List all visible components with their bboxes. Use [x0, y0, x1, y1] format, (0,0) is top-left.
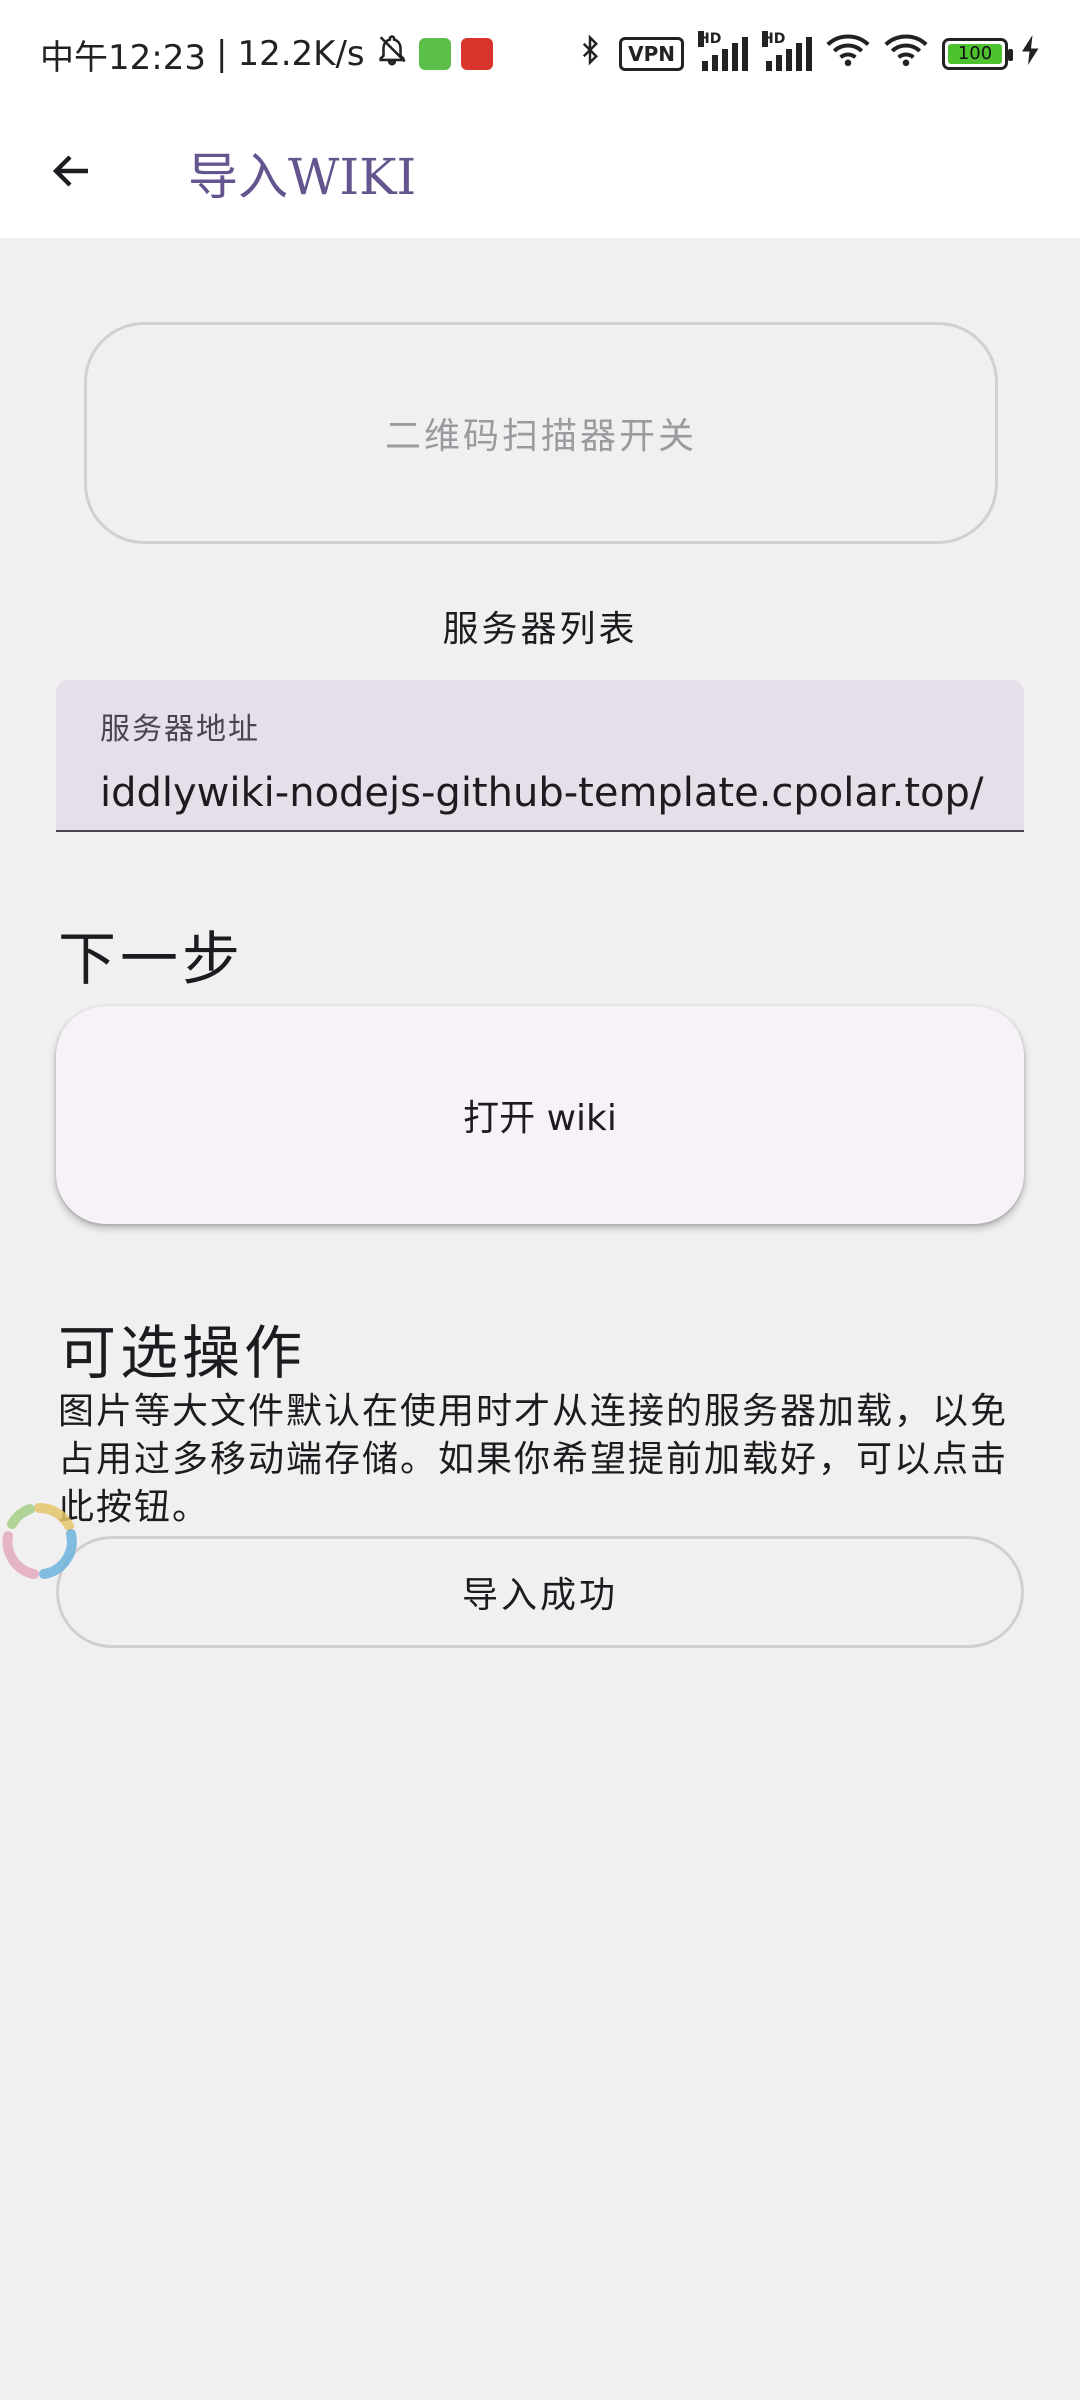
- app-notification-icon: [418, 38, 451, 70]
- next-step-heading: 下一步: [58, 925, 245, 993]
- status-left: 中午12:23 | 12.2K/s: [40, 30, 493, 79]
- server-address-label: 服务器地址: [100, 712, 260, 747]
- app-bar: 导入WIKI: [0, 108, 1080, 238]
- app-notification-icon: [460, 38, 493, 70]
- loading-spinner-icon: [0, 1496, 84, 1586]
- server-address-input[interactable]: iddlywiki-nodejs-github-template.cpolar.…: [100, 770, 983, 816]
- battery-level: 100: [948, 44, 1002, 64]
- open-wiki-button[interactable]: 打开 wiki: [56, 1006, 1024, 1224]
- server-address-field[interactable]: 服务器地址 iddlywiki-nodejs-github-template.c…: [56, 680, 1024, 832]
- wifi-icon: [884, 33, 928, 76]
- status-time: 中午12:23: [40, 37, 206, 78]
- optional-actions-heading: 可选操作: [58, 1319, 307, 1387]
- status-bar: 中午12:23 | 12.2K/s VPN HD HD 100: [0, 0, 1080, 108]
- wifi-icon: [826, 33, 870, 76]
- charging-icon: [1022, 34, 1040, 74]
- bluetooth-icon: [575, 32, 605, 77]
- vpn-icon: VPN: [619, 37, 684, 71]
- bell-off-icon: [375, 33, 409, 76]
- signal-icon: HD: [698, 31, 748, 71]
- signal-icon: HD: [762, 31, 812, 71]
- status-separator: |: [215, 34, 228, 74]
- status-right: VPN HD HD 100: [575, 31, 1040, 77]
- optional-actions-description: 图片等大文件默认在使用时才从连接的服务器加载，以免占用过多移动端存储。如果你希望…: [58, 1391, 1009, 1528]
- import-button[interactable]: 导入成功: [56, 1536, 1024, 1648]
- server-list-label[interactable]: 服务器列表: [0, 600, 1080, 652]
- net-speed: 12.2K/s: [237, 34, 365, 74]
- qr-scanner-toggle-button[interactable]: 二维码扫描器开关: [84, 322, 998, 544]
- page-title: 导入WIKI: [188, 148, 417, 206]
- arrow-left-icon: [48, 147, 96, 199]
- battery-icon: 100: [942, 38, 1013, 70]
- back-button[interactable]: [12, 108, 132, 238]
